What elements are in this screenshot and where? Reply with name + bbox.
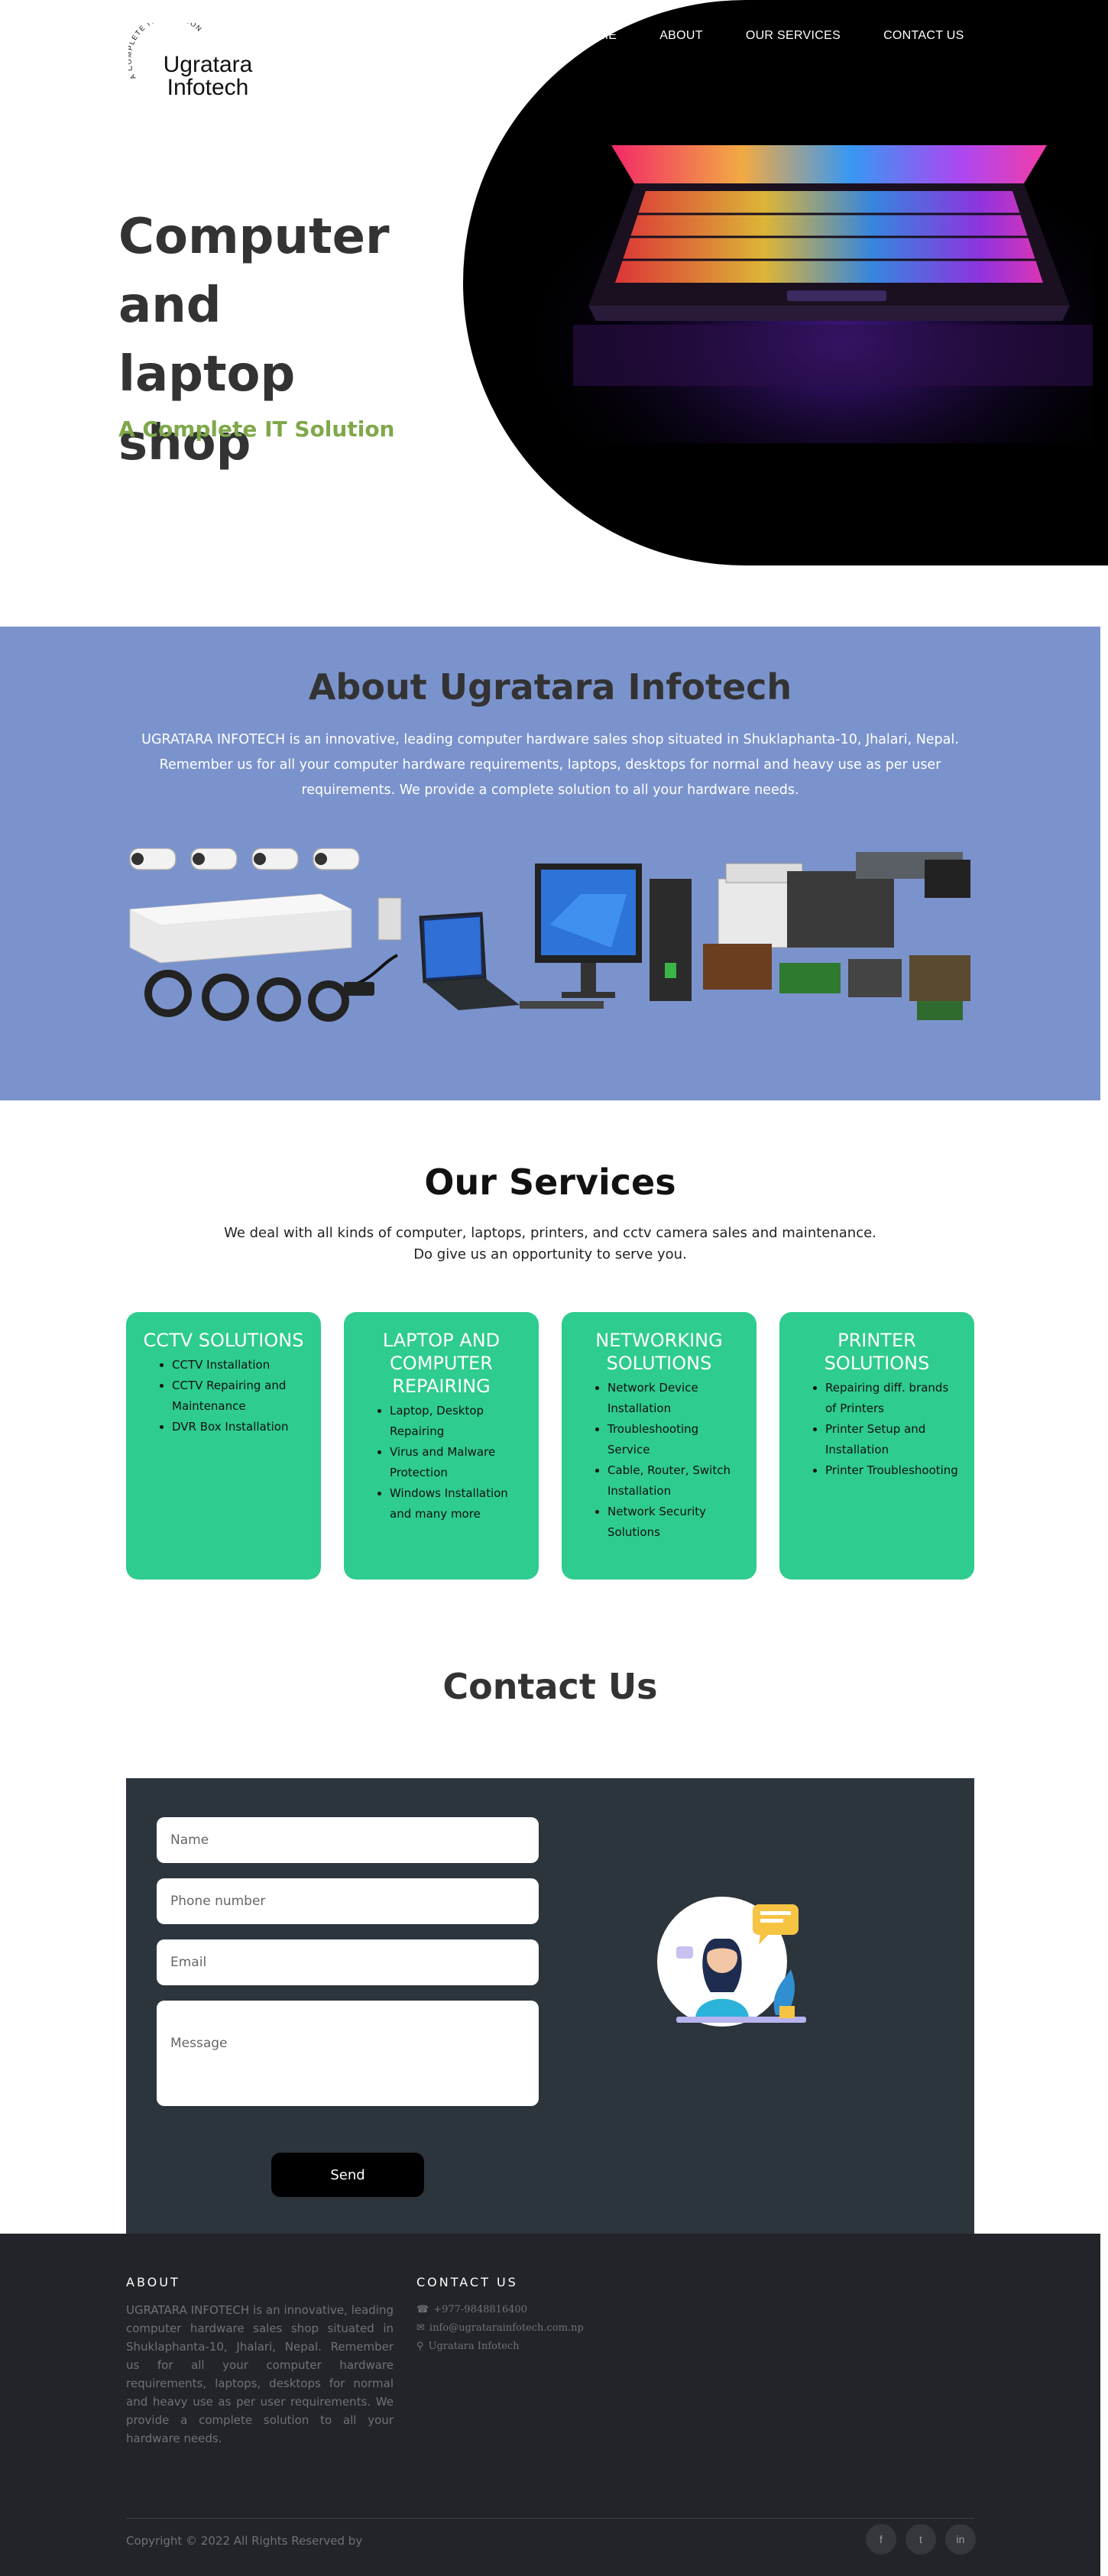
hero-section: A COMPLETE IT SOLUTION Ugratara Infotech… bbox=[0, 0, 1108, 565]
services-title: Our Services bbox=[424, 1162, 676, 1203]
list-item: Troubleshooting Service bbox=[607, 1419, 743, 1460]
service-card-printer: PRINTER SOLUTIONS Repairing diff. brands… bbox=[779, 1312, 974, 1580]
footer-phone[interactable]: ☎ +977-9848816400 bbox=[416, 2301, 584, 2319]
list-item: Printer Setup and Installation bbox=[825, 1419, 961, 1460]
service-card-cctv: CCTV SOLUTIONS CCTV Installation CCTV Re… bbox=[126, 1312, 321, 1580]
service-cards: CCTV SOLUTIONS CCTV Installation CCTV Re… bbox=[126, 1312, 974, 1580]
about-text: UGRATARA INFOTECH is an innovative, lead… bbox=[141, 732, 959, 798]
hardware-products-image bbox=[129, 848, 970, 1022]
map-pin-icon: ⚲ bbox=[416, 2341, 424, 2352]
card-list: CCTV Installation CCTV Repairing and Mai… bbox=[140, 1355, 307, 1437]
list-item: CCTV Repairing and Maintenance bbox=[172, 1375, 307, 1417]
card-title: PRINTER SOLUTIONS bbox=[824, 1330, 930, 1374]
footer-about-text: UGRATARA INFOTECH is an innovative, lead… bbox=[126, 2303, 394, 2445]
list-item: Network Security Solutions bbox=[607, 1502, 743, 1543]
support-agent-illustration bbox=[657, 1897, 806, 2027]
phone-icon: ☎ bbox=[416, 2304, 429, 2315]
name-input[interactable] bbox=[157, 1817, 539, 1863]
card-title: CCTV SOLUTIONS bbox=[143, 1330, 304, 1351]
card-title: NETWORKING SOLUTIONS bbox=[595, 1330, 723, 1374]
footer-divider bbox=[126, 2518, 974, 2519]
email-input[interactable] bbox=[157, 1939, 539, 1985]
logo[interactable]: A COMPLETE IT SOLUTION Ugratara Infotech bbox=[128, 23, 266, 107]
list-item: Repairing diff. brands of Printers bbox=[825, 1378, 961, 1419]
footer: ABOUT UGRATARA INFOTECH is an innovative… bbox=[0, 2234, 1100, 2576]
footer-email[interactable]: ✉ info@ugratarainfotech.com.np bbox=[416, 2319, 584, 2338]
nav-services[interactable]: OUR SERVICES bbox=[746, 29, 841, 43]
services-intro: We deal with all kinds of computer, lapt… bbox=[224, 1225, 876, 1262]
about-title: About Ugratara Infotech bbox=[308, 666, 792, 708]
list-item: Printer Troubleshooting bbox=[825, 1460, 961, 1481]
phone-input[interactable] bbox=[157, 1878, 539, 1924]
card-list: Repairing diff. brands of Printers Print… bbox=[793, 1378, 961, 1481]
message-input[interactable] bbox=[157, 2001, 539, 2106]
card-list: Network Device Installation Troubleshoot… bbox=[575, 1378, 743, 1543]
copyright-text: Copyright © 2022 All Rights Reserved by bbox=[126, 2534, 363, 2548]
card-list: Laptop, Desktop Repairing Virus and Malw… bbox=[358, 1401, 525, 1525]
contact-title: Contact Us bbox=[442, 1666, 658, 1707]
list-item: CCTV Installation bbox=[172, 1355, 307, 1375]
social-links: f t in bbox=[866, 2524, 976, 2555]
send-button[interactable]: Send bbox=[271, 2153, 424, 2197]
envelope-icon: ✉ bbox=[416, 2322, 425, 2334]
footer-location[interactable]: ⚲ Ugratara Infotech bbox=[416, 2338, 584, 2356]
list-item: Laptop, Desktop Repairing bbox=[390, 1401, 525, 1442]
nav-about[interactable]: ABOUT bbox=[659, 29, 703, 43]
facebook-icon[interactable]: f bbox=[866, 2524, 896, 2555]
list-item: Network Device Installation bbox=[607, 1378, 743, 1419]
service-card-networking: NETWORKING SOLUTIONS Network Device Inst… bbox=[562, 1312, 756, 1580]
card-title: LAPTOP AND COMPUTER REPAIRING bbox=[382, 1330, 501, 1397]
nav-home[interactable]: HOME bbox=[579, 29, 617, 43]
twitter-icon[interactable]: t bbox=[906, 2524, 936, 2555]
list-item: Windows Installation and many more bbox=[390, 1483, 525, 1525]
contact-form-panel: Send bbox=[126, 1778, 974, 2237]
about-section: About Ugratara Infotech UGRATARA INFOTEC… bbox=[0, 627, 1100, 1100]
linkedin-icon[interactable]: in bbox=[945, 2524, 976, 2555]
laptop-image bbox=[535, 107, 1093, 443]
footer-contact-heading: CONTACT US bbox=[416, 2275, 518, 2289]
list-item: Virus and Malware Protection bbox=[390, 1442, 525, 1483]
footer-about-heading: ABOUT bbox=[126, 2275, 180, 2289]
service-card-laptop: LAPTOP AND COMPUTER REPAIRING Laptop, De… bbox=[344, 1312, 539, 1580]
hero-subtitle: A Complete IT Solution bbox=[118, 416, 395, 442]
main-nav: HOME ABOUT OUR SERVICES CONTACT US bbox=[579, 29, 964, 43]
list-item: Cable, Router, Switch Installation bbox=[607, 1460, 743, 1502]
footer-contact-list: ☎ +977-9848816400 ✉ info@ugratarainfotec… bbox=[416, 2301, 584, 2356]
logo-text: Ugratara Infotech bbox=[163, 52, 253, 100]
nav-contact[interactable]: CONTACT US bbox=[883, 29, 964, 43]
list-item: DVR Box Installation bbox=[172, 1417, 307, 1437]
